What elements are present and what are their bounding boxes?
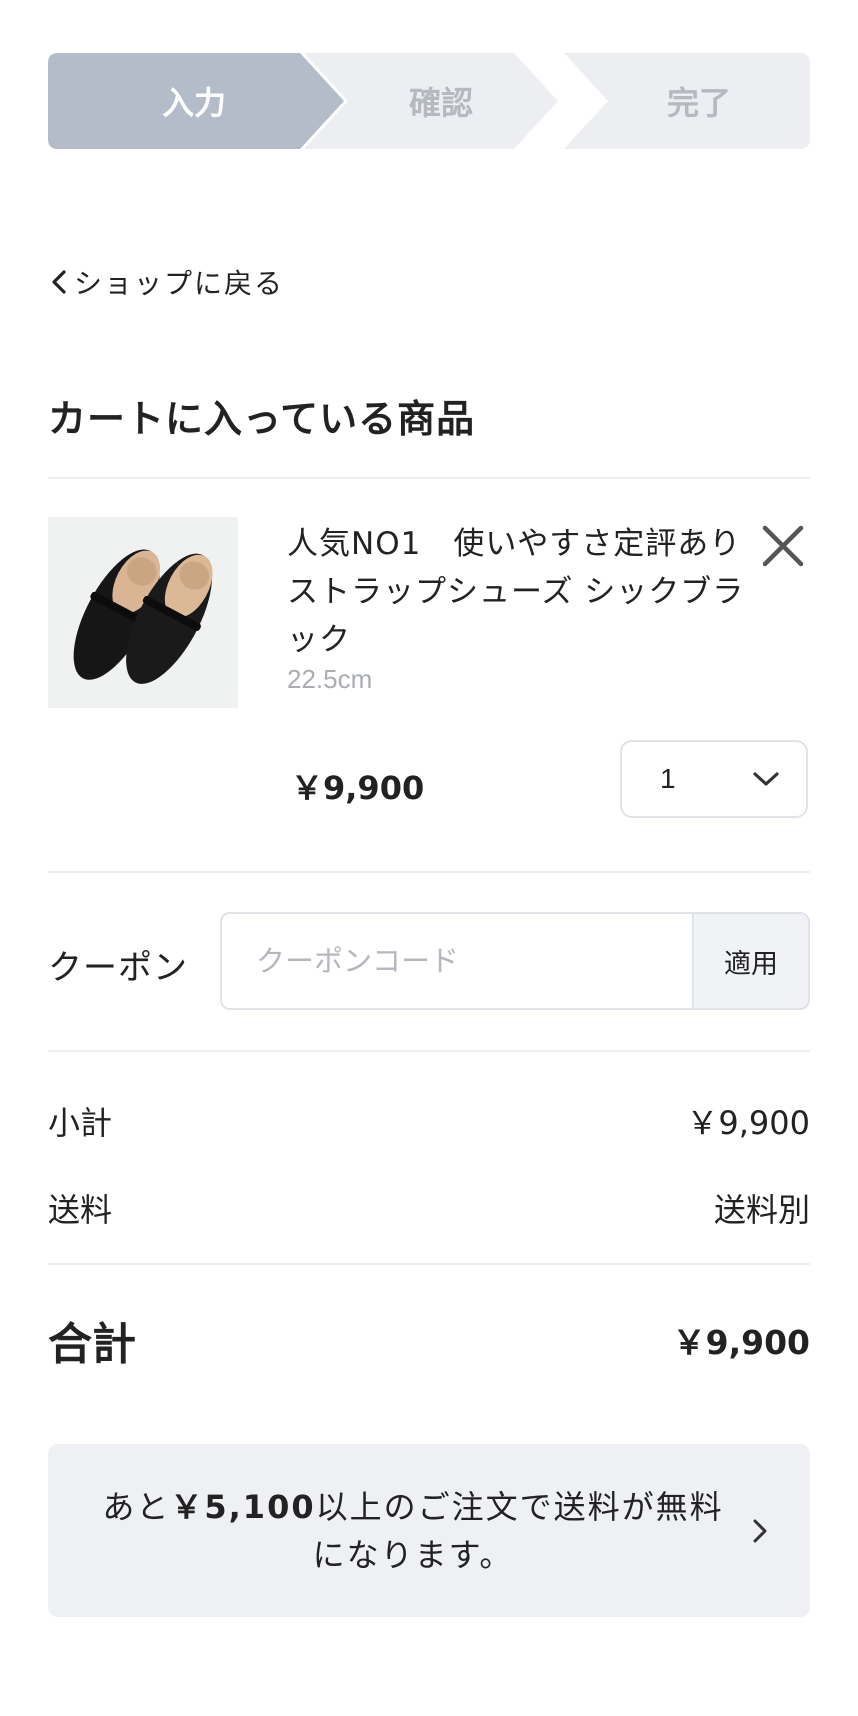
subtotal-row: 小計 ￥9,900 — [48, 1098, 810, 1144]
total-label: 合計 — [48, 1319, 136, 1370]
step-complete: 完了 — [558, 53, 810, 149]
chevron-down-icon — [753, 772, 779, 786]
divider — [48, 477, 810, 479]
shipping-value: 送料別 — [713, 1191, 810, 1229]
free-shipping-banner[interactable]: あと￥5,100以上のご注文で送料が無料 になります。 — [48, 1444, 810, 1617]
checkout-steps: 入力 確認 完了 — [48, 53, 810, 149]
apply-coupon-button[interactable]: 適用 — [692, 914, 808, 1008]
product-image[interactable] — [48, 517, 238, 708]
subtotal-value: ￥9,900 — [686, 1104, 810, 1142]
chevron-right-icon — [753, 1519, 767, 1543]
shoe-image — [48, 517, 238, 708]
chevron-left-icon — [52, 270, 66, 294]
step-complete-label: 完了 — [666, 84, 731, 122]
subtotal-label: 小計 — [48, 1104, 113, 1142]
back-link-label: ショップに戻る — [74, 267, 285, 300]
free-shipping-amount: ￥5,100 — [170, 1487, 316, 1526]
divider — [48, 871, 810, 873]
shipping-row: 送料 送料別 — [48, 1185, 810, 1231]
step-input-label: 入力 — [161, 84, 226, 122]
remove-item-button[interactable] — [760, 523, 806, 569]
coupon-code-input[interactable] — [222, 914, 692, 1008]
free-shipping-line2: になります。 — [312, 1535, 514, 1574]
step-confirm-label: 確認 — [408, 84, 473, 122]
cart-title: カートに入っている商品 — [48, 397, 476, 441]
free-shipping-text: あと￥5,100以上のご注文で送料が無料 になります。 — [78, 1444, 748, 1617]
coupon-form: 適用 — [220, 912, 810, 1010]
free-shipping-prefix: あと — [102, 1487, 171, 1526]
close-icon — [762, 525, 804, 567]
coupon-label: クーポン — [48, 948, 188, 988]
free-shipping-line1: あと￥5,100以上のご注文で送料が無料 — [102, 1483, 723, 1531]
divider — [48, 1050, 810, 1052]
quantity-value: 1 — [660, 763, 676, 794]
quantity-select[interactable]: 1 — [620, 740, 808, 818]
total-value: ￥9,900 — [672, 1323, 810, 1362]
item-price: ￥9,900 — [291, 769, 425, 807]
free-shipping-suffix: 以上のご注文で送料が無料 — [315, 1487, 724, 1526]
divider — [48, 1263, 810, 1265]
step-confirm: 確認 — [300, 53, 562, 149]
shipping-label: 送料 — [48, 1191, 113, 1229]
back-to-shop-link[interactable]: ショップに戻る — [48, 262, 284, 302]
total-row: 合計 ￥9,900 — [48, 1308, 810, 1372]
product-variant: 22.5cm — [287, 664, 373, 694]
product-name[interactable]: 人気NO1 使いやすさ定評あり ストラップシューズ シックブラック — [287, 520, 772, 664]
